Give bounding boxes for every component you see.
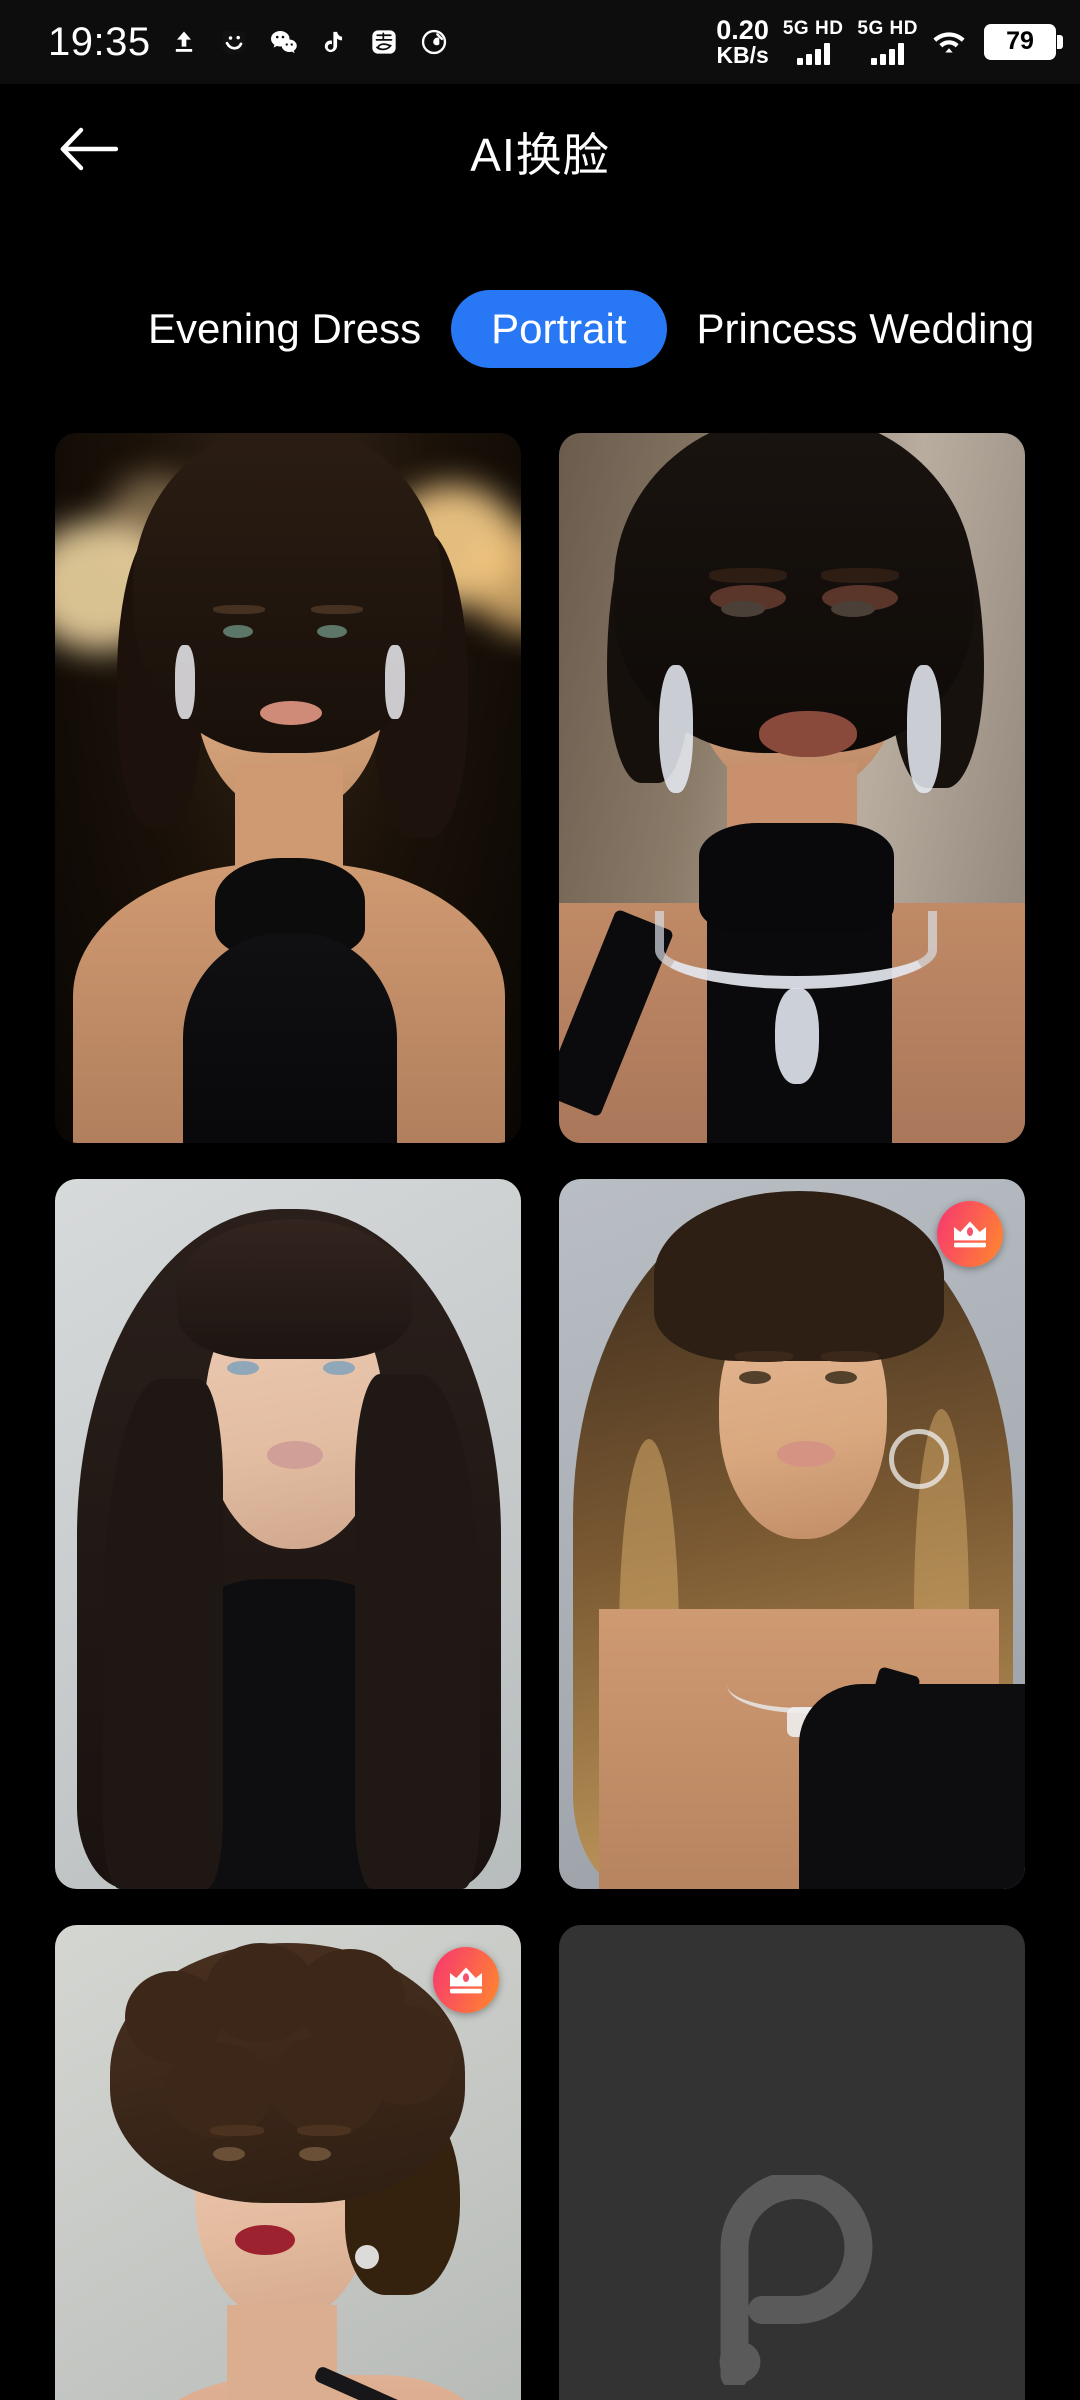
tiktok-icon bbox=[317, 25, 351, 59]
sim2-signal-bars bbox=[871, 43, 905, 66]
smiley-app-icon bbox=[217, 25, 251, 59]
status-bar-right: 0.20 KB/s 5G HD 5G HD 79 bbox=[716, 14, 1063, 69]
crown-icon bbox=[447, 1964, 485, 1996]
back-arrow-icon bbox=[58, 126, 119, 177]
network-speed: 0.20 KB/s bbox=[716, 14, 769, 69]
app-bar: AI换脸 bbox=[0, 84, 1080, 219]
browser-app-icon bbox=[417, 25, 451, 59]
status-bar-clock: 19:35 bbox=[48, 20, 151, 64]
battery-indicator: 79 bbox=[984, 23, 1063, 60]
template-thumbnail bbox=[55, 433, 521, 1143]
app-screen: 19:35 0.20 KB/s 5G HD 5G HD 79 AI换脸 Even… bbox=[0, 0, 1080, 2400]
wechat-icon bbox=[267, 25, 301, 59]
premium-crown-badge[interactable] bbox=[937, 1201, 1003, 1267]
template-grid bbox=[55, 433, 1025, 2400]
template-thumbnail bbox=[55, 1179, 521, 1889]
template-card[interactable] bbox=[55, 433, 521, 1143]
template-card[interactable] bbox=[55, 1925, 521, 2400]
template-thumbnail bbox=[559, 433, 1025, 1143]
network-speed-value: 0.20 bbox=[716, 14, 769, 45]
page-title: AI换脸 bbox=[470, 128, 610, 181]
battery-level: 79 bbox=[1006, 27, 1034, 56]
category-tab-bar[interactable]: Evening Dress Portrait Princess Wedding bbox=[0, 271, 1080, 386]
sim1-label: 5G HD bbox=[782, 18, 844, 40]
sim2-signal: 5G HD bbox=[857, 18, 918, 66]
template-card-placeholder[interactable] bbox=[559, 1925, 1025, 2400]
tab-portrait[interactable]: Portrait bbox=[451, 289, 667, 368]
template-card[interactable] bbox=[55, 1179, 521, 1889]
status-bar-left: 19:35 bbox=[48, 22, 451, 62]
sim1-signal: 5G HD bbox=[782, 18, 844, 66]
tab-princess-wedding[interactable]: Princess Wedding bbox=[667, 290, 1065, 368]
crown-icon bbox=[951, 1218, 989, 1250]
tab-evening-dress[interactable]: Evening Dress bbox=[118, 290, 451, 368]
app-logo-placeholder-icon bbox=[697, 2175, 887, 2385]
wifi-icon bbox=[932, 25, 966, 59]
status-bar: 19:35 0.20 KB/s 5G HD 5G HD 79 bbox=[0, 0, 1080, 84]
sim2-label: 5G HD bbox=[857, 18, 918, 40]
network-speed-unit: KB/s bbox=[716, 42, 769, 69]
alipay-icon bbox=[367, 25, 401, 59]
premium-crown-badge[interactable] bbox=[433, 1947, 499, 2013]
template-card[interactable] bbox=[559, 1179, 1025, 1889]
upload-arrow-icon bbox=[167, 25, 201, 59]
sim1-signal-bars bbox=[796, 43, 830, 66]
back-button[interactable] bbox=[48, 112, 128, 192]
template-card[interactable] bbox=[559, 433, 1025, 1143]
template-thumbnail bbox=[559, 1179, 1025, 1889]
